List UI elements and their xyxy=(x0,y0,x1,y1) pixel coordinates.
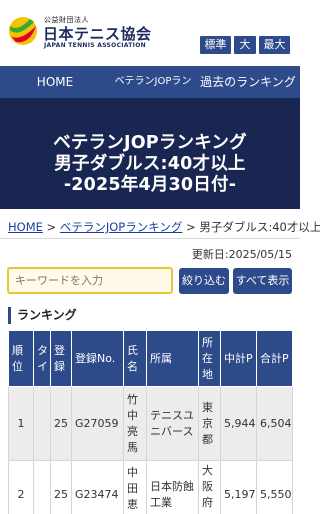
site-header: 公益財団法人 日本テニス協会 JAPAN TENNIS ASSOCIATION … xyxy=(0,0,300,66)
cell-name: 竹中亮馬 xyxy=(123,386,147,461)
cell-tie xyxy=(33,460,51,514)
cell-subtotal-points: 5,197 xyxy=(220,460,257,514)
page-subtitle: 男子ダブルス:40才以上 xyxy=(54,154,246,174)
filter-button[interactable]: 絞り込む xyxy=(179,268,229,294)
breadcrumb-divider xyxy=(0,238,300,239)
cell-location: 東京都 xyxy=(198,386,221,461)
header-location[interactable]: 所在地 xyxy=(198,330,221,387)
main-nav: HOME ベテランJOPランキング 過去のランキング xyxy=(0,66,300,119)
page-date: -2025年4月30日付- xyxy=(63,175,237,195)
cell-affiliation: テニスユニバース xyxy=(146,386,199,461)
cell-rank: 2 xyxy=(8,460,34,514)
cell-name: 中田恵 xyxy=(123,460,147,514)
nav-past-ranking[interactable]: 過去のランキング xyxy=(196,66,300,98)
show-all-button[interactable]: すべて表示 xyxy=(233,268,292,294)
font-size-normal-button[interactable]: 標準 xyxy=(200,36,231,54)
breadcrumb-separator: > xyxy=(46,220,57,234)
org-name[interactable]: 日本テニス協会 xyxy=(43,23,152,44)
cell-affiliation: 日本防蝕工業 xyxy=(146,460,199,514)
updated-date: 更新日:2025/05/15 xyxy=(191,248,292,261)
ranking-table-container[interactable]: 順位 タイ 登録 登録No. 氏名 所属 所在地 中計P 合計P 1 25 G2… xyxy=(8,330,293,514)
page-title-banner: ベテランJOPランキング 男子ダブルス:40才以上 -2025年4月30日付- xyxy=(0,98,300,209)
ranking-section-heading: ランキング xyxy=(8,307,77,324)
header-affiliation[interactable]: 所属 xyxy=(146,330,199,387)
header-subtotal-points[interactable]: 中計P xyxy=(220,330,257,387)
cell-reg-no: G23474 xyxy=(71,460,124,514)
header-tie[interactable]: タイ xyxy=(33,330,51,387)
cell-tie xyxy=(33,386,51,461)
nav-home[interactable]: HOME xyxy=(0,66,110,98)
ranking-table: 順位 タイ 登録 登録No. 氏名 所属 所在地 中計P 合計P 1 25 G2… xyxy=(8,330,293,514)
breadcrumb-ranking-link[interactable]: ベテランJOPランキング xyxy=(60,220,183,234)
cell-reg: 25 xyxy=(50,460,72,514)
org-name-en: JAPAN TENNIS ASSOCIATION xyxy=(44,42,146,49)
font-size-large-button[interactable]: 大 xyxy=(234,36,256,54)
breadcrumb: HOME > ベテランJOPランキング > 男子ダブルス:40才以上 xyxy=(8,219,320,235)
keyword-search-input[interactable] xyxy=(7,267,173,294)
cell-reg: 25 xyxy=(50,386,72,461)
font-size-controls: 標準 大 最大 xyxy=(200,36,290,54)
jta-logo-icon[interactable] xyxy=(8,16,38,46)
nav-veteran-jop-ranking[interactable]: ベテランJOPランキング xyxy=(110,66,196,119)
cell-total-points: 5,550 xyxy=(256,460,293,514)
cell-total-points: 6,504 xyxy=(256,386,293,461)
breadcrumb-home-link[interactable]: HOME xyxy=(8,220,43,234)
breadcrumb-current: 男子ダブルス:40才以上 xyxy=(199,220,320,234)
cell-reg-no: G27059 xyxy=(71,386,124,461)
header-name[interactable]: 氏名 xyxy=(123,330,147,387)
cell-location: 大阪府 xyxy=(198,460,221,514)
table-row[interactable]: 1 25 G27059 竹中亮馬 テニスユニバース 東京都 5,944 6,50… xyxy=(8,386,293,461)
font-size-max-button[interactable]: 最大 xyxy=(259,36,290,54)
header-rank[interactable]: 順位 xyxy=(8,330,34,387)
table-row[interactable]: 2 25 G23474 中田恵 日本防蝕工業 大阪府 5,197 5,550 xyxy=(8,460,293,514)
cell-rank: 1 xyxy=(8,386,34,461)
breadcrumb-separator: > xyxy=(186,220,196,234)
header-reg[interactable]: 登録 xyxy=(50,330,72,387)
table-header-row: 順位 タイ 登録 登録No. 氏名 所属 所在地 中計P 合計P xyxy=(8,330,293,387)
cell-subtotal-points: 5,944 xyxy=(220,386,257,461)
page-title: ベテランJOPランキング xyxy=(53,133,247,153)
header-total-points[interactable]: 合計P xyxy=(256,330,293,387)
header-reg-no[interactable]: 登録No. xyxy=(71,330,124,387)
